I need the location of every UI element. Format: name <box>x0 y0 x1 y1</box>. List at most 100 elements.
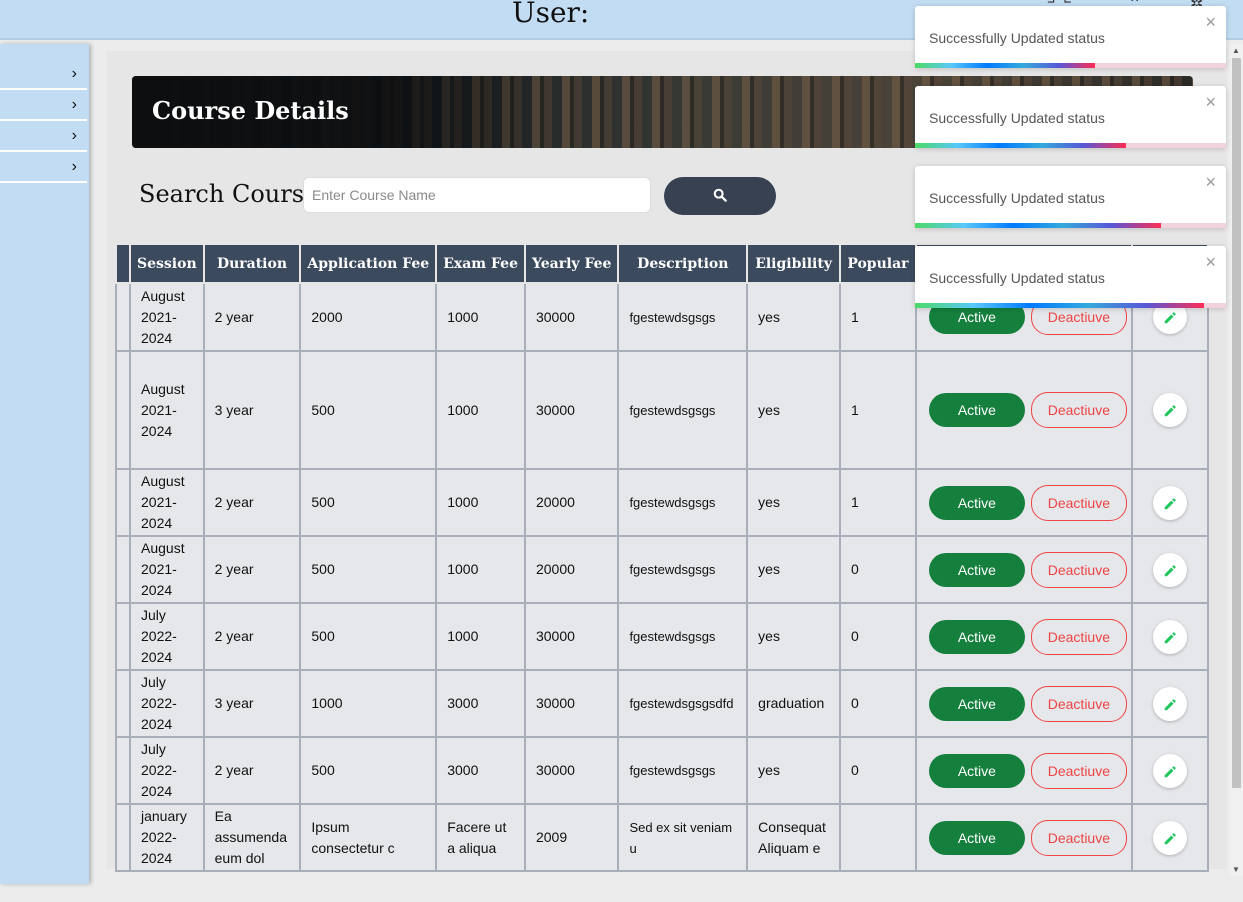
sidebar-item-3[interactable]: › <box>0 122 87 152</box>
active-button[interactable]: Active <box>928 820 1025 855</box>
cell-duration: 2 year <box>202 602 302 671</box>
deactivate-button[interactable]: Deactiuve <box>1030 484 1127 521</box>
cell-exam-fee: 1000 <box>435 282 526 352</box>
page-scrollbar[interactable]: ▲ ▼ <box>1230 44 1243 876</box>
cell-description: fgestewdsgsgs <box>617 535 749 604</box>
cell-description: fgestewdsgsgs <box>617 468 749 537</box>
cell-eligibility: yes <box>746 602 841 671</box>
edit-button[interactable] <box>1152 393 1187 427</box>
cell-application-fee: 500 <box>299 736 438 805</box>
cell-exam-fee: 1000 <box>435 350 526 470</box>
cell-eligibility: graduation <box>746 669 841 738</box>
deactivate-button[interactable]: Deactiuve <box>1030 392 1127 428</box>
cell-duration: 2 year <box>202 468 302 537</box>
toast-notification: Successfully Updated status × <box>915 246 1226 308</box>
cell-description: fgestewdsgsgs <box>617 350 749 470</box>
deactivate-button[interactable]: Deactiuve <box>1030 618 1127 655</box>
cell-session: August 2021-2024 <box>129 468 205 537</box>
cell-exam-fee: 1000 <box>435 535 526 604</box>
cell-status-actions: Active Deactiuve <box>914 669 1133 738</box>
cell-popular: 1 <box>838 282 917 352</box>
cell-status-actions: Active Deactiuve <box>914 350 1133 470</box>
search-input[interactable] <box>303 177 651 213</box>
cell-session: July 2022-2024 <box>129 669 205 738</box>
table-row: August 2021-2024 3 year 500 1000 30000 fgeste… <box>115 350 1209 470</box>
cell-duration: 2 year <box>202 736 302 805</box>
course-table: Session Duration Application Fee Exam Fe… <box>115 243 1209 872</box>
cell-status-actions: Active Deactiuve <box>914 602 1133 671</box>
cell-duration: 2 year <box>202 282 302 352</box>
edit-button[interactable] <box>1152 619 1187 654</box>
edit-button[interactable] <box>1152 686 1187 721</box>
toast-progress-bar <box>915 63 1096 68</box>
active-button[interactable]: Active <box>928 686 1025 721</box>
active-button[interactable]: Active <box>928 485 1025 520</box>
cell-duration: 3 year <box>202 669 302 738</box>
active-button[interactable]: Active <box>928 552 1025 587</box>
cell-session: August 2021-2024 <box>129 350 205 470</box>
sidebar-item-4[interactable]: › <box>0 153 87 183</box>
cell-exam-fee: 3000 <box>435 736 526 805</box>
deactivate-button[interactable]: Deactiuve <box>1030 752 1127 789</box>
cell-duration: 2 year <box>202 535 302 604</box>
chevron-right-icon: › <box>71 65 77 82</box>
cell-edit <box>1130 669 1209 738</box>
search-button[interactable] <box>664 177 776 215</box>
table-row: january 2022-2024 Ea assumenda eum dol Ips… <box>115 803 1209 872</box>
cell-status-actions: Active Deactiuve <box>914 803 1133 872</box>
toast-progress-bar <box>915 143 1127 148</box>
header-description: Description <box>617 243 749 284</box>
pencil-icon <box>1164 766 1176 778</box>
cell-exam-fee: 1000 <box>435 602 526 671</box>
cell-session: january 2022-2024 <box>129 803 205 872</box>
toast-message: Successfully Updated status <box>929 30 1105 46</box>
cell-edit <box>1130 535 1209 604</box>
cell-yearly-fee: 30000 <box>523 282 620 352</box>
active-button[interactable]: Active <box>928 619 1025 654</box>
cell-status-actions: Active Deactiuve <box>914 468 1133 537</box>
cell-application-fee: 500 <box>299 468 438 537</box>
toast-notification: Successfully Updated status × <box>915 166 1226 228</box>
active-button[interactable]: Active <box>928 393 1025 427</box>
sidebar-item-2[interactable]: › <box>0 91 87 121</box>
pencil-icon <box>1164 312 1176 324</box>
table-row: August 2021-2024 2 year 500 1000 20000 fgeste… <box>115 535 1209 604</box>
header-yearly-fee: Yearly Fee <box>523 243 620 284</box>
deactivate-button[interactable]: Deactiuve <box>1030 685 1127 722</box>
sidebar-item-1[interactable]: › <box>0 60 87 90</box>
cell-application-fee: 500 <box>299 350 438 470</box>
edit-button[interactable] <box>1152 552 1187 587</box>
pencil-icon <box>1164 632 1176 644</box>
toast-notification: Successfully Updated status × <box>915 86 1226 148</box>
cell-application-fee: 1000 <box>299 669 438 738</box>
close-icon[interactable]: × <box>1205 12 1216 33</box>
cell-yearly-fee: 20000 <box>523 535 620 604</box>
course-table-wrapper[interactable]: Session Duration Application Fee Exam Fe… <box>115 243 1209 877</box>
search-icon <box>713 188 727 202</box>
close-icon[interactable]: × <box>1205 252 1216 273</box>
toast-message: Successfully Updated status <box>929 190 1105 206</box>
cell-status-actions: Active Deactiuve <box>914 535 1133 604</box>
cell-description: Sed ex sit veniam u <box>617 803 749 872</box>
chevron-right-icon: › <box>71 127 77 144</box>
edit-button[interactable] <box>1152 753 1187 788</box>
edit-button[interactable] <box>1152 485 1187 520</box>
active-button[interactable]: Active <box>928 753 1025 788</box>
deactivate-button[interactable]: Deactiuve <box>1030 551 1127 588</box>
cell-exam-fee: Facere ut a aliqua <box>435 803 526 872</box>
toast-progress-bar <box>915 223 1161 228</box>
scroll-up-icon[interactable]: ▲ <box>1232 46 1240 55</box>
cell-yearly-fee: 30000 <box>523 669 620 738</box>
edit-button[interactable] <box>1152 820 1187 855</box>
scroll-thumb[interactable] <box>1232 58 1241 788</box>
deactivate-button[interactable]: Deactiuve <box>1030 819 1127 856</box>
close-icon[interactable]: × <box>1205 92 1216 113</box>
page-title: User: <box>512 0 590 29</box>
scroll-down-icon[interactable]: ▼ <box>1232 865 1240 874</box>
table-row: July 2022-2024 2 year 500 1000 30000 fgestewd… <box>115 602 1209 671</box>
cell-application-fee: 500 <box>299 602 438 671</box>
cell-yearly-fee: 20000 <box>523 468 620 537</box>
cell-eligibility: yes <box>746 535 841 604</box>
close-icon[interactable]: × <box>1205 172 1216 193</box>
cell-session: July 2022-2024 <box>129 736 205 805</box>
